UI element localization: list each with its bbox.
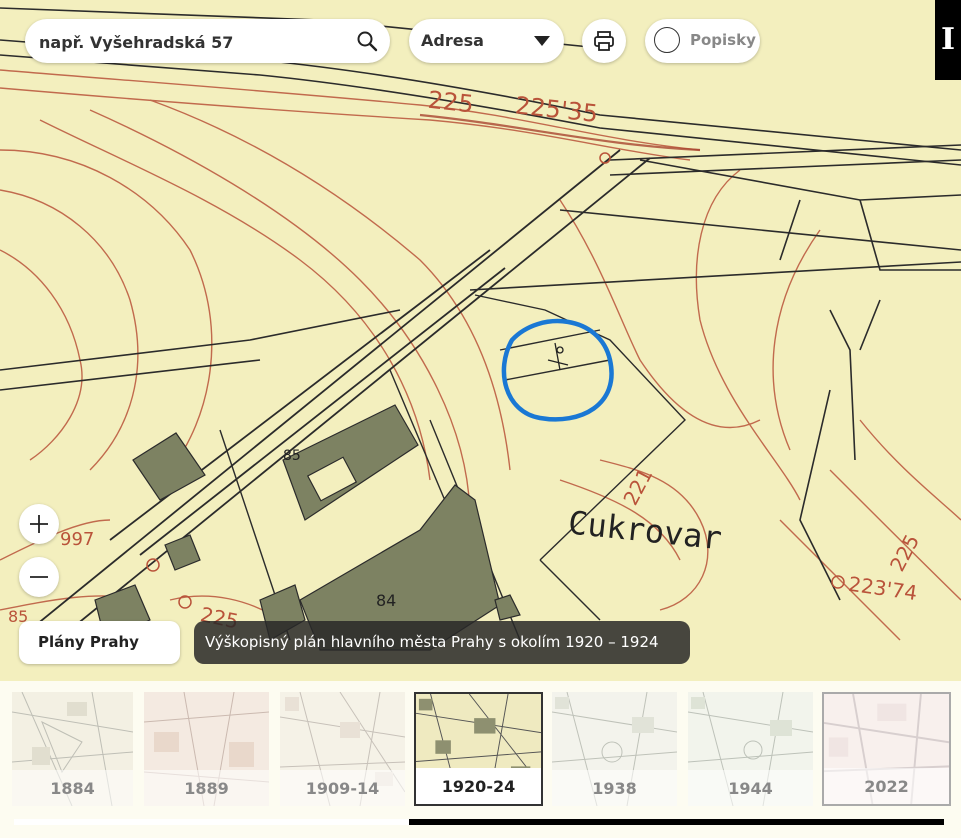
timeline-item-1944[interactable]: 1944	[688, 692, 813, 806]
timeline: 1884 1889 1909-14 1920-24 1938 1944 2022	[0, 681, 961, 838]
elevation-label: 225	[426, 86, 474, 119]
timeline-item-1909-14[interactable]: 1909-14	[280, 692, 405, 806]
timeline-item-1920-24[interactable]: 1920-24	[414, 692, 543, 806]
chevron-down-icon	[534, 36, 550, 46]
timeline-year: 2022	[864, 777, 909, 796]
zoom-in-button[interactable]	[19, 504, 59, 544]
building-number: 85	[283, 448, 301, 464]
timeline-year: 1909-14	[305, 779, 380, 798]
timeline-item-2022[interactable]: 2022	[822, 692, 951, 806]
timeline-item-1889[interactable]: 1889	[144, 692, 269, 806]
search-mode-select[interactable]: Adresa	[409, 19, 564, 63]
timeline-year: 1938	[592, 779, 637, 798]
timeline-year: 1920-24	[441, 777, 516, 796]
minus-icon	[30, 576, 48, 578]
timeline-year: 1889	[184, 779, 229, 798]
labels-radio-circle[interactable]	[654, 27, 680, 53]
search-icon[interactable]	[356, 30, 378, 52]
collection-button[interactable]: Plány Prahy	[19, 621, 180, 664]
timeline-item-1938[interactable]: 1938	[552, 692, 677, 806]
map-title: Výškopisný plán hlavního města Prahy s o…	[205, 633, 659, 651]
elevation-label: 997	[60, 529, 94, 550]
timeline-year: 1884	[50, 779, 95, 798]
timeline-year: 1944	[728, 779, 773, 798]
timeline-progress[interactable]	[409, 819, 944, 825]
print-button[interactable]	[582, 19, 626, 63]
printer-icon	[594, 31, 614, 51]
labels-toggle[interactable]: Popisky	[645, 19, 760, 63]
labels-toggle-label: Popisky	[690, 31, 756, 49]
plus-icon	[30, 515, 48, 533]
logo: I	[935, 0, 961, 80]
map-title-banner: Výškopisný plán hlavního města Prahy s o…	[194, 621, 690, 664]
zoom-out-button[interactable]	[19, 557, 59, 597]
search-box[interactable]	[25, 19, 390, 65]
building-number: 84	[376, 591, 396, 610]
timeline-item-1884[interactable]: 1884	[12, 692, 133, 806]
search-input[interactable]	[37, 19, 356, 65]
collection-label: Plány Prahy	[38, 633, 139, 651]
search-mode-value: Adresa	[421, 31, 484, 50]
